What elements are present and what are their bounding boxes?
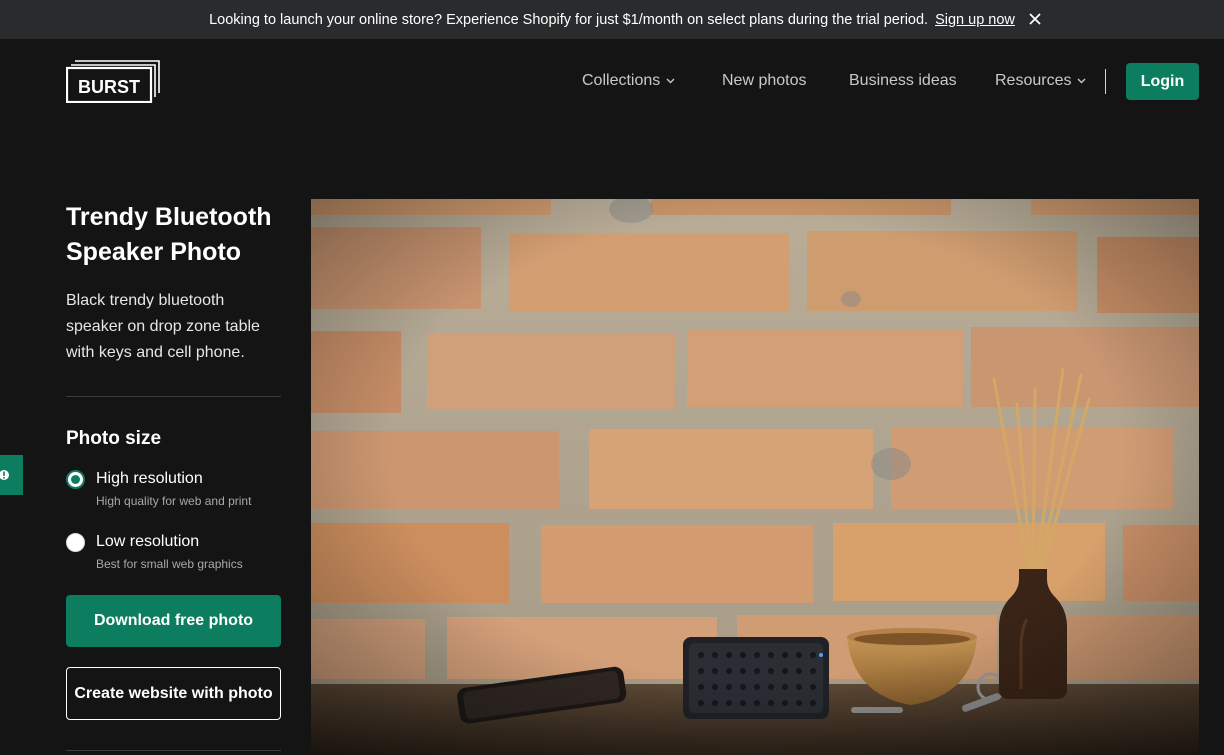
low-resolution-option[interactable]: Low resolution Best for small web graphi… — [66, 533, 281, 578]
logo-text: BURST — [78, 77, 140, 97]
nav-divider — [1105, 69, 1106, 94]
download-free-photo-button[interactable]: Download free photo — [66, 595, 281, 647]
signup-link[interactable]: Sign up now — [935, 12, 1015, 28]
chevron-down-icon — [1077, 78, 1086, 84]
divider — [66, 396, 281, 397]
photo-size-heading: Photo size — [66, 428, 162, 449]
announcement-message: Looking to launch your online store? Exp… — [209, 11, 929, 28]
nav-label: Resources — [995, 72, 1072, 89]
photo-title: Trendy Bluetooth Speaker Photo — [66, 203, 272, 266]
nav-label: Collections — [582, 72, 661, 89]
login-button[interactable]: Login — [1126, 63, 1199, 100]
chevron-down-icon — [666, 78, 675, 84]
divider — [66, 750, 281, 751]
radio-label: High resolution — [96, 470, 203, 487]
radio-label: Low resolution — [96, 533, 200, 550]
high-resolution-option[interactable]: High resolution High quality for web and… — [66, 470, 281, 515]
announcement-bar: Looking to launch your online store? Exp… — [0, 0, 1224, 39]
speaker-photo[interactable] — [311, 199, 1199, 755]
nav-label: Business ideas — [849, 72, 957, 89]
burst-logo[interactable]: BURST — [66, 60, 160, 103]
high-resolution-radio[interactable] — [66, 470, 85, 489]
feedback-tab[interactable] — [0, 455, 23, 495]
nav-label: New photos — [722, 72, 807, 89]
radio-sublabel: High quality for web and print — [96, 494, 252, 508]
create-website-button[interactable]: Create website with photo — [66, 667, 281, 720]
nav-new-photos[interactable]: New photos — [722, 63, 807, 99]
radio-sublabel: Best for small web graphics — [96, 557, 243, 571]
info-icon — [0, 470, 9, 480]
nav-collections[interactable]: Collections — [582, 63, 675, 99]
low-resolution-radio[interactable] — [66, 533, 85, 552]
nav-resources[interactable]: Resources — [995, 63, 1086, 99]
nav-business-ideas[interactable]: Business ideas — [849, 63, 957, 99]
close-icon[interactable] — [1027, 11, 1043, 27]
photo-description: Black trendy bluetooth speaker on drop z… — [66, 292, 260, 361]
